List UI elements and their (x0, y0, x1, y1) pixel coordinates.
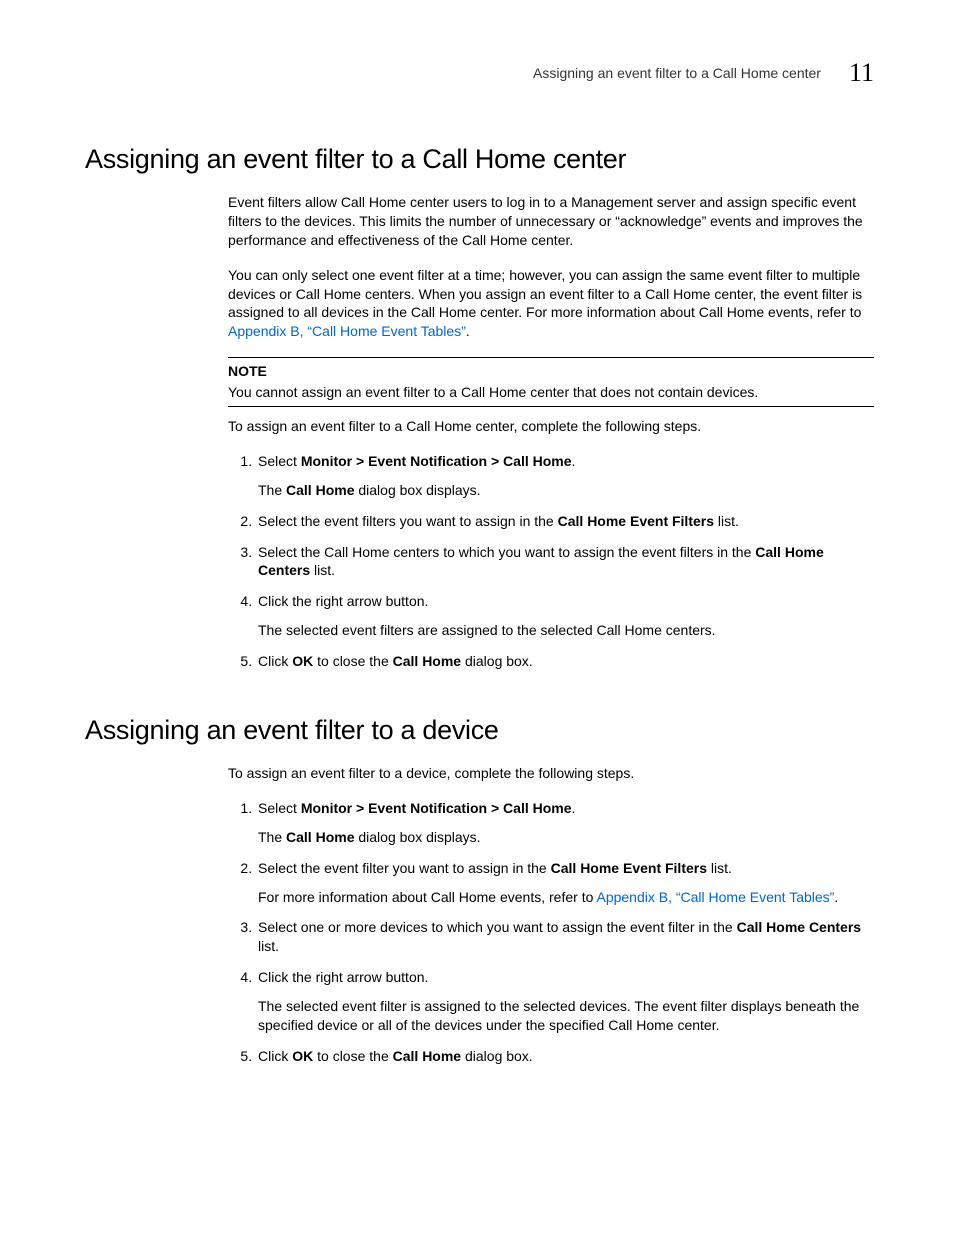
cross-reference-link[interactable]: Appendix B, “Call Home Event Tables” (596, 889, 834, 905)
ui-element: Call Home (393, 1048, 461, 1064)
text: . (834, 889, 838, 905)
paragraph: Event filters allow Call Home center use… (228, 193, 874, 250)
step-item: Click the right arrow button. The select… (256, 592, 874, 640)
text: list. (714, 513, 739, 529)
step-substep: The selected event filters are assigned … (258, 621, 874, 640)
ui-element: Call Home (393, 653, 461, 669)
step-item: Click OK to close the Call Home dialog b… (256, 652, 874, 671)
text: Click the right arrow button. (258, 593, 428, 609)
step-substep: For more information about Call Home eve… (258, 888, 874, 907)
running-header-title: Assigning an event filter to a Call Home… (533, 65, 821, 81)
text: For more information about Call Home eve… (258, 889, 596, 905)
note-rule-top (228, 357, 874, 358)
text: list. (310, 562, 335, 578)
section-heading-2: Assigning an event filter to a device (85, 715, 874, 746)
ui-button-label: OK (292, 653, 313, 669)
text: to close the (313, 653, 392, 669)
step-item: Click OK to close the Call Home dialog b… (256, 1047, 874, 1066)
text: Select (258, 800, 301, 816)
text: Click (258, 1048, 292, 1064)
step-substep: The Call Home dialog box displays. (258, 828, 874, 847)
ordered-steps: Select Monitor > Event Notification > Ca… (228, 799, 874, 1066)
text: to close the (313, 1048, 392, 1064)
note-label: NOTE (228, 362, 874, 381)
text: . (572, 453, 576, 469)
step-item: Select Monitor > Event Notification > Ca… (256, 452, 874, 500)
section-heading-1: Assigning an event filter to a Call Home… (85, 144, 874, 175)
text: The (258, 482, 286, 498)
text: dialog box displays. (354, 829, 480, 845)
text: dialog box. (461, 1048, 533, 1064)
text: dialog box. (461, 653, 533, 669)
ui-path: Monitor > Event Notification > Call Home (301, 453, 572, 469)
step-substep: The selected event filter is assigned to… (258, 997, 874, 1035)
paragraph: To assign an event filter to a device, c… (228, 764, 874, 783)
paragraph: You can only select one event filter at … (228, 266, 874, 342)
step-item: Select one or more devices to which you … (256, 918, 874, 956)
ui-element: Call Home (286, 829, 354, 845)
text: list. (707, 860, 732, 876)
step-item: Click the right arrow button. The select… (256, 968, 874, 1035)
step-item: Select the event filter you want to assi… (256, 859, 874, 907)
paragraph: To assign an event filter to a Call Home… (228, 417, 874, 436)
ui-element: Call Home Event Filters (551, 860, 707, 876)
ui-button-label: OK (292, 1048, 313, 1064)
ui-element: Call Home Centers (737, 919, 861, 935)
chapter-number: 11 (849, 58, 874, 88)
text: Select the event filters you want to ass… (258, 513, 558, 529)
text: Select the event filter you want to assi… (258, 860, 551, 876)
text: Select one or more devices to which you … (258, 919, 737, 935)
text: Click the right arrow button. (258, 969, 428, 985)
note-rule-bottom (228, 406, 874, 407)
text: Select the Call Home centers to which yo… (258, 544, 755, 560)
step-item: Select Monitor > Event Notification > Ca… (256, 799, 874, 847)
text: . (466, 323, 470, 339)
text: You can only select one event filter at … (228, 267, 862, 321)
ui-element: Call Home (286, 482, 354, 498)
text: Select (258, 453, 301, 469)
page: Assigning an event filter to a Call Home… (0, 0, 954, 1066)
step-substep: The Call Home dialog box displays. (258, 481, 874, 500)
ui-path: Monitor > Event Notification > Call Home (301, 800, 572, 816)
page-header: Assigning an event filter to a Call Home… (85, 58, 874, 88)
text: . (572, 800, 576, 816)
text: dialog box displays. (354, 482, 480, 498)
section-1-body: Event filters allow Call Home center use… (228, 193, 874, 671)
text: list. (258, 938, 279, 954)
cross-reference-link[interactable]: Appendix B, “Call Home Event Tables” (228, 323, 466, 339)
section-2-body: To assign an event filter to a device, c… (228, 764, 874, 1066)
note-body: You cannot assign an event filter to a C… (228, 383, 874, 402)
ordered-steps: Select Monitor > Event Notification > Ca… (228, 452, 874, 671)
ui-element: Call Home Event Filters (558, 513, 714, 529)
step-item: Select the event filters you want to ass… (256, 512, 874, 531)
step-item: Select the Call Home centers to which yo… (256, 543, 874, 581)
text: Click (258, 653, 292, 669)
text: The (258, 829, 286, 845)
